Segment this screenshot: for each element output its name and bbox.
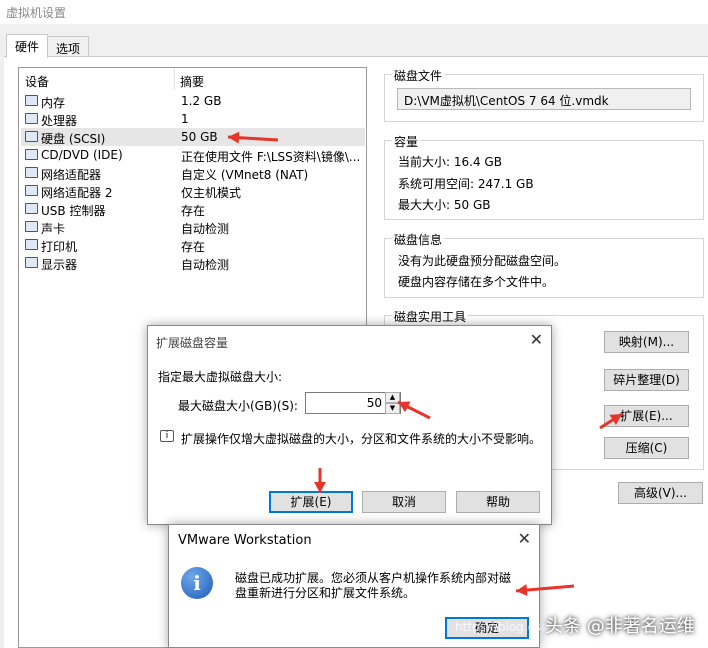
watermark-text: 头条 @非著名运维 xyxy=(545,616,695,637)
annotation-arrowhead xyxy=(228,131,240,144)
annotation-arrowhead xyxy=(314,482,326,493)
annotation-arrows xyxy=(227,131,623,597)
tab-hardware-label: 硬件 xyxy=(15,40,40,54)
arrow-group xyxy=(227,131,623,597)
annotation-arrowhead xyxy=(516,584,528,597)
tab-hardware[interactable]: 硬件 xyxy=(6,34,49,58)
